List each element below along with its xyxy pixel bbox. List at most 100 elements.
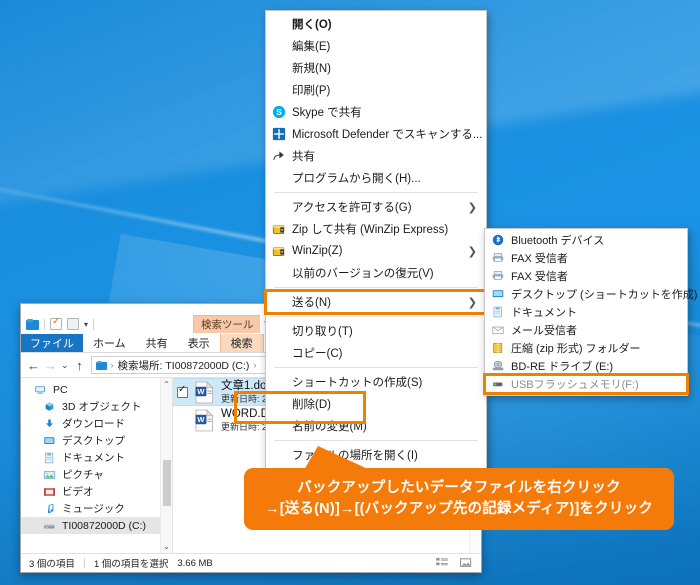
music-icon xyxy=(47,503,54,513)
tab-file[interactable]: ファイル xyxy=(21,334,83,352)
menu-item-share-with-skype[interactable]: S Skype で共有 xyxy=(266,101,486,123)
menu-separator xyxy=(274,287,478,288)
menu-separator xyxy=(274,440,478,441)
menu-item-zip-and-share[interactable]: Zip して共有 (WinZip Express) xyxy=(266,218,486,240)
scroll-down-icon[interactable]: ⌄ xyxy=(163,540,170,553)
tab-search[interactable]: 検索 xyxy=(219,334,264,352)
details-view-icon[interactable] xyxy=(436,557,450,569)
chevron-right-icon: ❯ xyxy=(467,201,477,214)
scrollbar-thumb[interactable] xyxy=(163,460,171,506)
menu-item-edit[interactable]: 編集(E) xyxy=(266,35,486,57)
submenu-item-fax-recipient-2[interactable]: FAX 受信者 xyxy=(485,267,687,285)
arrow-right-icon[interactable]: → xyxy=(44,358,57,373)
send-to-submenu: Bluetooth デバイス FAX 受信者 FAX 受信者 デスクトップ (シ… xyxy=(483,228,697,396)
menu-item-label: 削除(D) xyxy=(292,399,331,411)
menu-separator xyxy=(274,367,478,368)
menu-item-label: 編集(E) xyxy=(292,41,331,53)
svg-text:W: W xyxy=(197,415,205,424)
breadcrumb-separator: › xyxy=(110,360,114,370)
sidebar-label: ミュージック xyxy=(62,503,125,515)
contextual-tab-search-tools[interactable]: 検索ツール xyxy=(193,315,262,333)
tab-view[interactable]: 表示 xyxy=(178,334,220,352)
submenu-item-bluetooth-device[interactable]: Bluetooth デバイス xyxy=(485,231,687,249)
menu-item-open-file-location[interactable]: ファイルの場所を開く(I) xyxy=(266,444,486,466)
submenu-item-mail-recipient[interactable]: メール受信者 xyxy=(485,321,687,339)
sidebar-label: ダウンロード xyxy=(62,418,125,430)
desktop-icon xyxy=(44,436,55,444)
properties-icon[interactable] xyxy=(50,316,62,330)
menu-item-copy[interactable]: コピー(C) xyxy=(266,342,486,364)
submenu-item-label: BD-RE ドライブ (E:) xyxy=(511,361,614,373)
menu-item-print[interactable]: 印刷(P) xyxy=(266,79,486,101)
sidebar-item-3d-objects[interactable]: 3D オブジェクト xyxy=(21,398,172,415)
menu-item-label: 印刷(P) xyxy=(292,85,331,97)
status-divider xyxy=(83,558,85,568)
menu-item-label: コピー(C) xyxy=(292,348,343,360)
sidebar-item-music[interactable]: ミュージック xyxy=(21,500,172,517)
menu-item-winzip[interactable]: WinZip(Z) ❯ xyxy=(266,240,486,262)
arrow-left-icon[interactable]: ← xyxy=(27,358,40,373)
submenu-item-fax-recipient-1[interactable]: FAX 受信者 xyxy=(485,249,687,267)
sidebar-item-downloads[interactable]: ダウンロード xyxy=(21,415,172,432)
chevron-down-icon[interactable]: ⌄ xyxy=(61,360,69,371)
submenu-item-label: Bluetooth デバイス xyxy=(511,235,605,247)
menu-item-create-shortcut[interactable]: ショートカットの作成(S) xyxy=(266,371,486,393)
bluetooth-icon xyxy=(485,234,511,246)
submenu-item-bdre-drive-e[interactable]: BD-RE ドライブ (E:) xyxy=(485,357,687,375)
menu-item-grant-access[interactable]: アクセスを許可する(G) ❯ xyxy=(266,196,486,218)
svg-text:S: S xyxy=(276,107,282,117)
sidebar-label: デスクトップ xyxy=(62,435,125,447)
skype-icon: S xyxy=(266,105,292,119)
tab-home[interactable]: ホーム xyxy=(83,334,136,352)
menu-item-label: WinZip(Z) xyxy=(292,245,343,257)
arrow-up-icon[interactable]: ↑ xyxy=(74,358,86,373)
breadcrumb-separator[interactable]: › xyxy=(253,360,256,370)
submenu-item-documents[interactable]: ドキュメント xyxy=(485,303,687,321)
menu-item-scan-with-defender[interactable]: Microsoft Defender でスキャンする... xyxy=(266,123,486,145)
scroll-up-icon[interactable]: ⌃ xyxy=(163,378,170,391)
sidebar-item-local-disk-c[interactable]: TI00872000D (C:) xyxy=(21,517,172,534)
sidebar-label: ピクチャ xyxy=(62,469,104,481)
submenu-item-usb-flash-drive-f[interactable]: USBフラッシュメモリ(F:) xyxy=(483,373,689,395)
submenu-item-label: FAX 受信者 xyxy=(511,271,568,283)
new-folder-icon[interactable] xyxy=(67,318,79,330)
menu-item-label: 共有 xyxy=(292,151,315,163)
sidebar-item-pc[interactable]: PC xyxy=(21,381,172,398)
submenu-item-label: デスクトップ (ショートカットを作成) xyxy=(511,289,698,301)
file-checkbox[interactable] xyxy=(177,384,188,398)
word-document-icon: W xyxy=(195,380,214,403)
submenu-item-label: USBフラッシュメモリ(F:) xyxy=(511,379,639,391)
sidebar-item-documents[interactable]: ドキュメント xyxy=(21,449,172,466)
submenu-item-compressed-zip-folder[interactable]: 圧縮 (zip 形式) フォルダー xyxy=(485,339,687,357)
menu-item-rename[interactable]: 名前の変更(M) xyxy=(266,415,486,437)
optical-drive-icon xyxy=(485,360,511,372)
menu-item-delete[interactable]: 削除(D) xyxy=(266,393,486,415)
menu-separator xyxy=(274,316,478,317)
menu-item-label: 以前のバージョンの復元(V) xyxy=(292,268,434,280)
3d-objects-icon xyxy=(45,402,54,411)
sidebar-item-videos[interactable]: ビデオ xyxy=(21,483,172,500)
navigation-pane-scrollbar[interactable]: ⌃ ⌄ xyxy=(160,378,172,553)
menu-item-label: 名前の変更(M) xyxy=(292,421,367,433)
submenu-item-label: 圧縮 (zip 形式) フォルダー xyxy=(511,343,641,355)
chevron-down-icon[interactable]: ▾ xyxy=(84,320,88,329)
documents-icon xyxy=(485,306,511,318)
menu-item-restore-previous-versions[interactable]: 以前のバージョンの復元(V) xyxy=(266,262,486,284)
large-icons-view-icon[interactable] xyxy=(459,557,473,569)
status-selection: 1 個の項目を選択 xyxy=(93,559,169,570)
menu-item-cut[interactable]: 切り取り(T) xyxy=(266,320,486,342)
submenu-item-desktop-shortcut[interactable]: デスクトップ (ショートカットを作成) xyxy=(485,285,697,303)
sidebar-item-pictures[interactable]: ピクチャ xyxy=(21,466,172,483)
sidebar-item-desktop[interactable]: デスクトップ xyxy=(21,432,172,449)
sidebar-label: 3D オブジェクト xyxy=(62,401,142,413)
menu-item-send-to[interactable]: 送る(N) ❯ xyxy=(264,289,488,315)
menu-item-new[interactable]: 新規(N) xyxy=(266,57,486,79)
menu-item-open[interactable]: 開く(O) xyxy=(266,13,486,35)
tab-share[interactable]: 共有 xyxy=(136,334,178,352)
fax-icon xyxy=(485,252,511,264)
status-bar: 3 個の項目 1 個の項目を選択 3.66 MB xyxy=(21,553,481,572)
menu-item-share[interactable]: 共有 xyxy=(266,145,486,167)
navigation-pane: PC 3D オブジェクト ダウンロード デスクトップ ドキュメント ピクチャ ビ… xyxy=(21,378,173,553)
menu-item-open-with[interactable]: プログラムから開く(H)... xyxy=(266,167,486,189)
menu-item-label: Skype で共有 xyxy=(292,107,362,119)
